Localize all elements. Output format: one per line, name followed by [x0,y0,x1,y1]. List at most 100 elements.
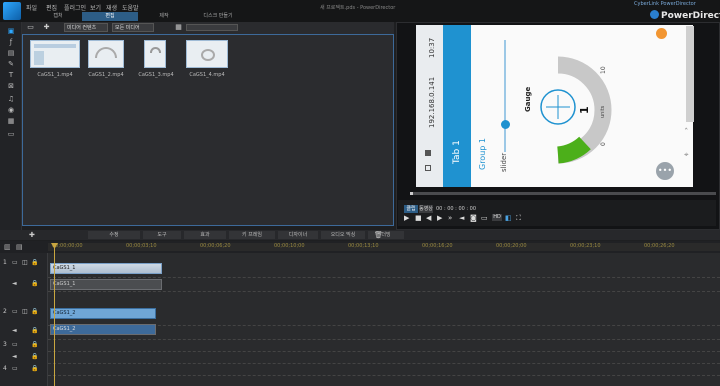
chapter-room-icon[interactable]: ▦ [7,117,15,125]
lock-icon[interactable]: 🔒 [31,353,38,360]
expand-icon[interactable]: ◫ [22,259,28,266]
storyboard-view-icon[interactable]: ▤ [16,243,23,251]
chevron-up-icon[interactable]: ˆ [684,128,689,138]
particle-room-icon[interactable]: ✎ [7,60,15,68]
quality-button[interactable]: HD [492,214,502,221]
video-clip[interactable]: CaGS1_2 [50,308,156,319]
preview-ip-text: 192.168.0.141 [428,76,436,128]
ruler-tick-label: 00;00;26;20 [644,243,675,249]
lock-icon[interactable]: 🔒 [31,280,38,287]
audio-mixing-button[interactable]: 오디오 믹싱 [321,231,365,239]
media-thumbnail[interactable] [88,40,124,68]
3d-mode-icon[interactable]: ◧ [505,214,512,222]
video-clip[interactable]: CaGS1_1 [50,263,162,274]
volume-icon[interactable]: ◄ [459,214,464,222]
stop-icon[interactable]: ■ [415,214,422,222]
track-number: 1 [3,259,7,266]
more-options-icon[interactable]: ••• [656,162,674,180]
tools-button[interactable]: 도구 [143,231,181,239]
timecode-display[interactable]: 00 : 00 : 00 : 00 [436,205,476,213]
lock-icon[interactable]: 🔒 [31,259,38,266]
menu-plugin[interactable]: 플러그인 [64,3,86,12]
movie-mode-button[interactable]: 동영상 [419,205,433,213]
video-track-4[interactable] [48,364,720,376]
play-icon[interactable]: ▶ [404,214,409,222]
effect-button[interactable]: 효과 [184,231,226,239]
pip-room-icon[interactable]: ▤ [7,49,15,57]
thumb-header [34,44,76,48]
notification-badge-icon[interactable] [656,28,667,39]
pin-icon[interactable]: ⌖ [684,150,689,160]
expand-icon[interactable]: ◫ [22,308,28,315]
timeline-playhead[interactable] [54,243,55,386]
lock-icon[interactable]: 🔒 [31,327,38,334]
tab-edit[interactable]: 편집 [82,12,138,21]
slider-thumb[interactable] [501,120,510,129]
view-grid-icon[interactable]: ▦ [174,23,183,32]
media-thumbnail[interactable] [30,40,80,68]
media-thumbnail[interactable] [144,40,166,68]
dial-icon [201,49,215,61]
menu-edit[interactable]: 편집 [46,3,57,12]
timeline-view-icon[interactable]: ▥ [4,243,11,251]
scrub-handle[interactable] [410,192,413,195]
slider-label: slider [500,152,508,172]
audio-clip[interactable]: CaGS1_1 [50,279,162,290]
tab-produce[interactable]: 제작 [144,12,184,21]
library-filter-dropdown[interactable]: 미디어 컨텐츠 [64,23,108,32]
group-label: Group 1 [478,138,487,170]
media-room-icon[interactable]: ▣ [7,27,15,35]
plugin-icon[interactable]: ✚ [42,23,51,32]
clip-mode-button[interactable]: 클립 [404,205,418,213]
display-icon[interactable]: ▭ [481,214,488,222]
menu-help[interactable]: 도움말 [122,3,139,12]
gauge-max: 10 [600,66,607,74]
audio-track-icon: ◄ [12,280,17,287]
ruler-tick-label: 00;00;10;00 [274,243,305,249]
fx-room-icon[interactable]: ƒ [7,38,15,46]
video-track-icon: ▭ [12,365,18,372]
gauge-label: Gauge [524,86,532,112]
video-track-3[interactable] [48,340,720,352]
menu-play[interactable]: 재생 [106,3,117,12]
track-headers [0,253,48,386]
lock-icon[interactable]: 🔒 [31,365,38,372]
fast-forward-icon[interactable]: » [448,214,452,222]
previous-frame-icon[interactable]: ◀ [426,214,431,222]
tab-capture[interactable]: 캡처 [40,12,76,21]
audio-track-4[interactable] [48,376,720,386]
document-title: 새 프로젝트.pds - PowerDirector [320,5,396,11]
snapshot-icon[interactable]: ◙ [470,214,477,222]
audio-mixing-icon[interactable]: ♫ [7,95,15,103]
app-tab-1[interactable]: Tab 1 [452,140,462,164]
app-logo-icon [3,2,21,20]
menu-view[interactable]: 보기 [90,3,101,12]
menu-file[interactable]: 파일 [26,3,37,12]
title-room-icon[interactable]: T [7,71,15,79]
keyframe-button[interactable]: 키 프레임 [229,231,275,239]
designer-button[interactable]: 디자이너 [278,231,318,239]
thumbnail-size-slider[interactable] [186,24,238,31]
tools-menu-icon[interactable]: ✚ [29,231,39,239]
preview-time-text: 10:37 [428,37,436,58]
media-type-dropdown[interactable]: 모든 미디어 [112,23,154,32]
voiceover-icon[interactable]: ◉ [7,106,15,114]
fullscreen-icon[interactable]: ⛶ [516,214,521,222]
audio-clip[interactable]: CaGS1_2 [50,324,156,335]
modify-button[interactable]: 수정 [88,231,140,239]
audio-track-3[interactable] [48,352,720,364]
ruler-tick-label: 00;00;16;20 [422,243,453,249]
media-thumbnail[interactable] [186,40,228,68]
transition-room-icon[interactable]: ⊠ [7,82,15,90]
tab-create-disc[interactable]: 디스크 만들기 [190,12,246,21]
window-title: CyberLink PowerDirector [634,1,696,7]
next-frame-icon[interactable]: ▶ [437,214,442,222]
subtitle-room-icon[interactable]: ▭ [7,130,15,138]
lock-icon[interactable]: 🔒 [31,308,38,315]
ruler-tick-label: 00;00;06;20 [200,243,231,249]
preview-scrub-bar[interactable] [410,192,716,195]
trash-icon[interactable]: 🗑 [374,231,383,239]
slider-track[interactable] [504,40,506,152]
import-media-icon[interactable]: ▭ [26,23,35,32]
lock-icon[interactable]: 🔒 [31,341,38,348]
